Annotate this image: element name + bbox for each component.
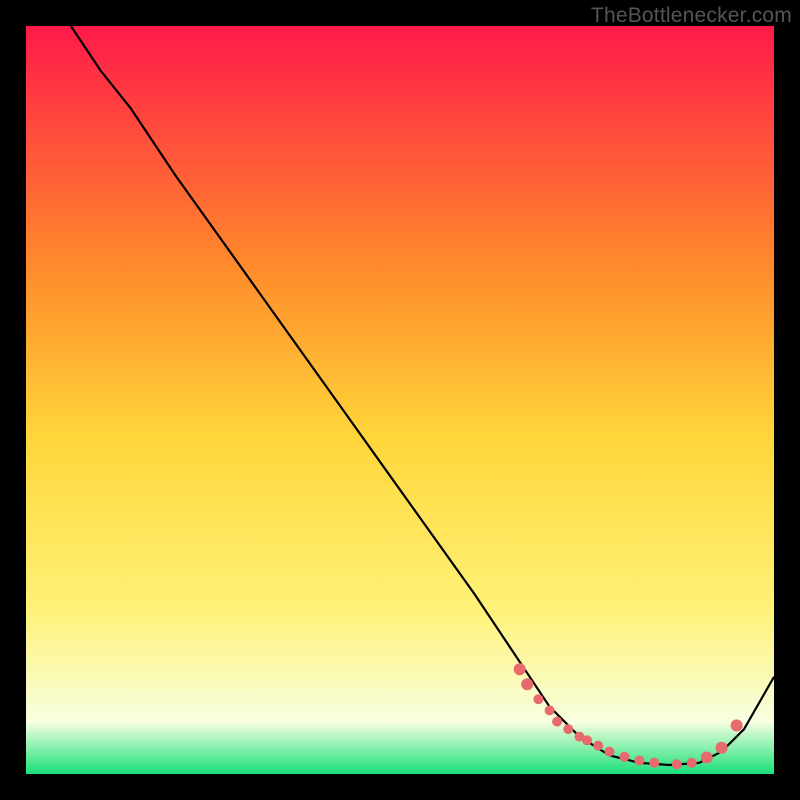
chart-container: TheBottlenecker.com [0, 0, 800, 800]
data-marker [514, 663, 526, 675]
data-marker [687, 758, 697, 768]
data-marker [649, 758, 659, 768]
data-marker [552, 717, 562, 727]
data-marker [604, 747, 614, 757]
data-marker [533, 694, 543, 704]
data-marker [619, 752, 629, 762]
data-marker [716, 742, 728, 754]
data-marker [701, 752, 713, 764]
data-marker [634, 756, 644, 766]
data-marker [672, 759, 682, 769]
data-marker [593, 741, 603, 751]
data-marker [521, 678, 533, 690]
data-marker [545, 705, 555, 715]
gradient-background [26, 26, 774, 774]
data-marker [563, 724, 573, 734]
chart-svg [26, 26, 774, 774]
plot-area [26, 26, 774, 774]
watermark-text: TheBottlenecker.com [591, 4, 792, 28]
data-marker [582, 735, 592, 745]
data-marker [731, 719, 743, 731]
